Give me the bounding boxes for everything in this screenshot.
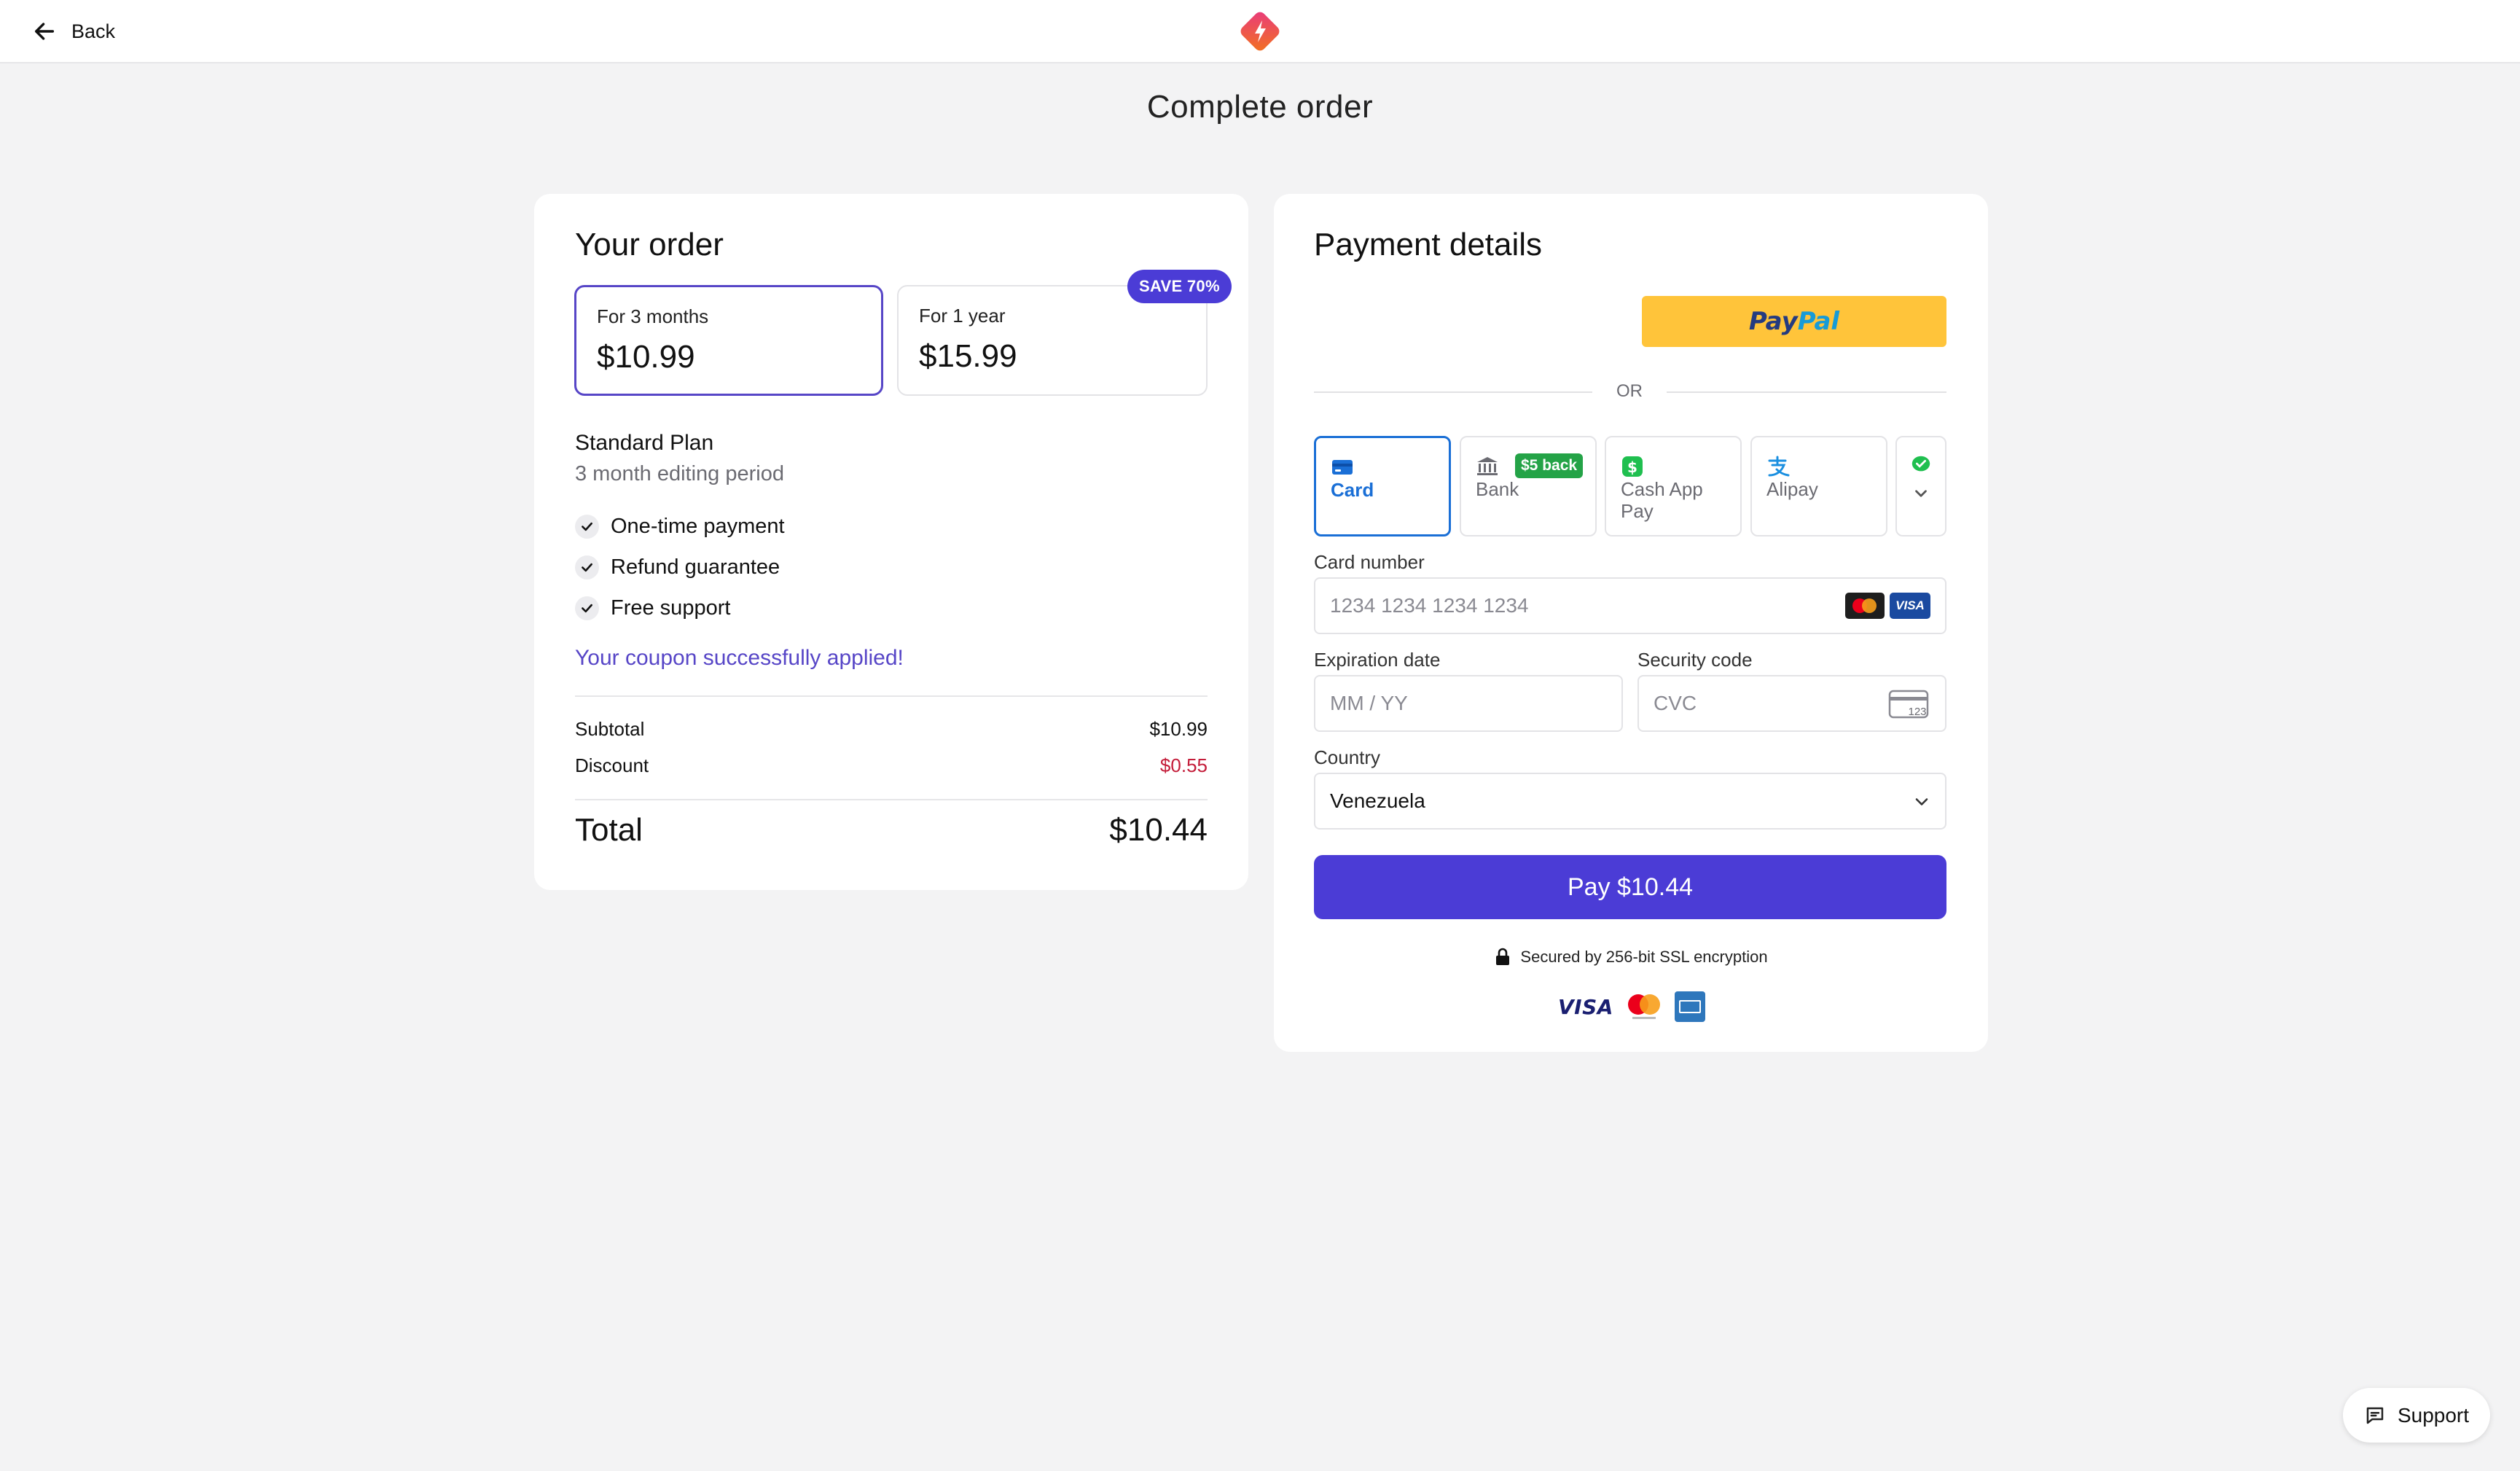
support-button[interactable]: Support (2343, 1388, 2490, 1443)
or-label: OR (1616, 381, 1643, 401)
payment-details-card: Payment details Pay Pal OR Card $5 back B… (1274, 194, 1988, 1052)
feature-item: One-time payment (575, 512, 785, 541)
subtotal-row: Subtotal $10.99 (575, 718, 1208, 741)
feature-label: Free support (611, 596, 731, 620)
payment-method-card[interactable]: Card (1314, 436, 1451, 536)
discount-label: Discount (575, 754, 649, 776)
cash-app-icon: $ (1622, 456, 1643, 477)
lock-icon (1496, 948, 1510, 965)
card-number-label: Card number (1314, 551, 1425, 573)
payment-method-alipay[interactable]: Alipay (1750, 436, 1887, 536)
plan-price: $10.99 (597, 339, 695, 375)
security-code-label: Security code (1637, 649, 1753, 671)
divider (1314, 391, 1592, 393)
plan-option-3-months[interactable]: For 3 months $10.99 (574, 285, 883, 396)
top-bar: Back (0, 0, 2520, 63)
chat-icon (2366, 1407, 2384, 1424)
payment-method-bank[interactable]: $5 back Bank (1460, 436, 1597, 536)
plan-name: Standard Plan (575, 431, 714, 455)
brand-logo-icon[interactable] (1234, 6, 1286, 57)
method-label: Alipay (1766, 478, 1818, 500)
chevron-down-icon (1915, 490, 1927, 497)
divider (575, 799, 1208, 800)
bank-icon (1477, 457, 1498, 475)
paypal-button[interactable]: Pay Pal (1642, 296, 1946, 347)
discount-row: Discount $0.55 (575, 754, 1208, 777)
discount-value: $0.55 (1159, 754, 1208, 776)
arrow-left-icon (34, 23, 55, 40)
total-row: Total $10.44 (575, 812, 1208, 848)
svg-text:123: 123 (1908, 706, 1926, 718)
order-summary-card: Your order For 3 months $10.99 For 1 yea… (534, 194, 1248, 890)
checkmark-icon (575, 596, 599, 620)
back-button[interactable]: Back (32, 15, 115, 48)
more-payment-methods[interactable] (1895, 436, 1946, 536)
amex-logo-icon (1674, 991, 1705, 1022)
support-label: Support (2397, 1403, 2470, 1427)
plan-price: $15.99 (919, 338, 1017, 374)
svg-text:$: $ (1627, 459, 1637, 476)
divider (575, 695, 1208, 697)
method-label: Cash App Pay (1621, 478, 1703, 522)
visa-logo-icon: VISA (1558, 994, 1613, 1019)
plan-label: For 3 months (597, 305, 709, 327)
expiration-field[interactable] (1314, 675, 1623, 732)
card-icon (1332, 460, 1353, 475)
plan-label: For 1 year (919, 305, 1006, 327)
wechat-pay-icon (1911, 456, 1930, 472)
feature-label: One-time payment (611, 514, 785, 538)
chevron-down-icon (1915, 798, 1928, 805)
feature-item: Free support (575, 593, 730, 623)
bank-cashback-badge: $5 back (1515, 453, 1584, 478)
save-badge: SAVE 70% (1127, 270, 1232, 303)
accepted-cards: VISA (1558, 991, 1705, 1022)
security-code-field[interactable]: 123 (1637, 675, 1946, 732)
mastercard-icon (1845, 593, 1885, 619)
pay-button[interactable]: Pay $10.44 (1314, 855, 1946, 919)
page-title: Complete order (1146, 89, 1374, 125)
checkmark-icon (575, 514, 599, 539)
subtotal-value: $10.99 (1149, 718, 1208, 740)
payment-method-cash-app[interactable]: $ Cash App Pay (1605, 436, 1742, 536)
expiration-input[interactable] (1330, 676, 1544, 730)
security-code-input[interactable] (1654, 676, 1868, 730)
method-label: Card (1331, 479, 1374, 501)
expiration-label: Expiration date (1314, 649, 1441, 671)
security-note: Secured by 256-bit SSL encryption (1274, 948, 1988, 967)
back-label: Back (71, 20, 116, 42)
country-select[interactable]: Venezuela (1314, 773, 1946, 830)
method-label: Bank (1476, 478, 1519, 500)
coupon-message: Your coupon successfully applied! (575, 646, 904, 670)
feature-item: Refund guarantee (575, 553, 780, 582)
visa-icon: VISA (1890, 593, 1930, 619)
order-title: Your order (575, 227, 724, 262)
secured-text: Secured by 256-bit SSL encryption (1520, 948, 1768, 966)
paypal-logo-part: Pay (1748, 307, 1798, 336)
plan-period: 3 month editing period (575, 462, 784, 485)
paypal-logo-part: Pal (1797, 307, 1840, 336)
payment-title: Payment details (1314, 227, 1543, 262)
card-number-field[interactable]: VISA (1314, 577, 1946, 634)
total-label: Total (575, 812, 643, 848)
country-label: Country (1314, 746, 1381, 768)
divider (1667, 391, 1946, 393)
alipay-icon (1768, 456, 1790, 477)
country-value: Venezuela (1330, 789, 1425, 812)
checkmark-icon (575, 555, 599, 580)
subtotal-label: Subtotal (575, 718, 645, 740)
card-number-input[interactable] (1330, 579, 1771, 633)
cvc-card-icon: 123 (1888, 690, 1929, 719)
total-value: $10.44 (1109, 812, 1208, 848)
feature-label: Refund guarantee (611, 555, 780, 579)
mastercard-logo-icon (1627, 994, 1660, 1019)
